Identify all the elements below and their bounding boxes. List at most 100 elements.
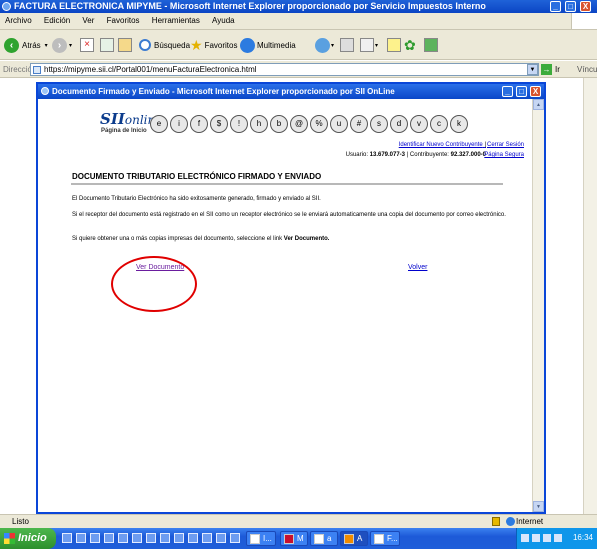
internet-zone-icon [506,517,515,526]
outer-scrollbar[interactable] [583,78,597,514]
quicklaunch-icon[interactable] [174,533,184,543]
go-arrow-icon[interactable]: → [541,64,552,75]
printer-icon [340,38,354,52]
quicklaunch-icon[interactable] [132,533,142,543]
menu-archivo[interactable]: Archivo [0,13,37,25]
service-icon[interactable]: c [430,115,448,133]
menu-herramientas[interactable]: Herramientas [147,13,205,25]
edit-button[interactable]: ▾ [360,36,378,54]
sii-online-logo[interactable]: SIIonline Página de Inicio [100,110,162,136]
search-button[interactable]: Búsqueda [139,36,190,54]
window-title: FACTURA ELECTRONICA MIPYME - Microsoft I… [14,1,486,11]
popup-title: Documento Firmado y Enviado - Microsoft … [52,87,395,96]
address-bar: Dirección https://mipyme.sii.cl/Portal00… [0,61,597,78]
address-input[interactable]: https://mipyme.sii.cl/Portal001/menuFact… [30,63,539,76]
quicklaunch-icon[interactable] [118,533,128,543]
refresh-icon [100,38,114,52]
links-label[interactable]: Vínculos [577,65,597,74]
quicklaunch-icon[interactable] [104,533,114,543]
service-icon[interactable]: # [350,115,368,133]
close-button[interactable]: X [580,1,591,12]
back-link[interactable]: Volver [408,264,427,271]
secure-page-link[interactable]: Página Segura [484,152,524,158]
popup-maximize-button[interactable]: □ [516,86,527,97]
maximize-button[interactable]: □ [565,1,576,12]
taskbar-item[interactable]: A [340,531,368,546]
back-button[interactable]: ‹ Atrás ▾ [4,36,48,54]
service-icon[interactable]: i [170,115,188,133]
service-icon[interactable]: f [190,115,208,133]
menu-favoritos[interactable]: Favoritos [102,13,145,25]
task-icon [374,534,384,544]
status-text: Listo [12,517,29,526]
toolbar: ‹ Atrás ▾ › ▾ × Búsqueda ★ Favoritos Mul… [0,30,597,60]
tray-icon[interactable] [532,534,540,542]
service-icon[interactable]: v [410,115,428,133]
taskbar-item[interactable]: M [280,531,308,546]
history-button[interactable]: ▾ [315,36,334,54]
service-icon[interactable]: % [310,115,328,133]
scroll-up-icon[interactable]: ▲ [533,99,544,110]
menu-edicion[interactable]: Edición [39,13,75,25]
quicklaunch-icon[interactable] [160,533,170,543]
chevron-down-icon[interactable]: ▾ [375,42,378,49]
discuss-button[interactable] [387,36,401,54]
research-icon [424,38,438,52]
minimize-button[interactable]: _ [550,1,561,12]
popup-minimize-button[interactable]: _ [502,86,513,97]
forward-button[interactable]: › ▾ [52,36,72,54]
quicklaunch-icon[interactable] [188,533,198,543]
menu-ayuda[interactable]: Ayuda [207,13,240,25]
receiver-message: Si el receptor del documento está regist… [72,212,506,218]
highlight-annotation [111,256,197,312]
quicklaunch-icon[interactable] [216,533,226,543]
popup-close-button[interactable]: X [530,86,541,97]
go-button[interactable]: Ir [555,65,560,74]
address-dropdown-icon[interactable]: ▼ [527,64,538,75]
service-icon[interactable]: @ [290,115,308,133]
zone-label: Internet [516,517,544,526]
home-link[interactable]: Página de Inicio [101,128,147,134]
service-icon[interactable]: $ [210,115,228,133]
quicklaunch-icon[interactable] [230,533,240,543]
service-icon[interactable]: h [250,115,268,133]
quicklaunch-icon[interactable] [202,533,212,543]
service-icon[interactable]: e [150,115,168,133]
refresh-button[interactable] [100,36,114,54]
taskbar-item[interactable]: I... [246,531,276,546]
taskbar-item[interactable]: F... [370,531,400,546]
tray-icon[interactable] [543,534,551,542]
quicklaunch-icon[interactable] [76,533,86,543]
logout-link[interactable]: Cerrar Sesión [487,142,524,148]
user-id: 13.679.077-3 [369,152,406,158]
chevron-down-icon[interactable]: ▾ [331,42,334,49]
quicklaunch-icon[interactable] [62,533,72,543]
scroll-down-icon[interactable]: ▼ [533,501,544,512]
research-button[interactable] [424,36,438,54]
quicklaunch-icon[interactable] [90,533,100,543]
chevron-down-icon[interactable]: ▾ [45,42,48,49]
service-icon[interactable]: d [390,115,408,133]
identify-taxpayer-link[interactable]: Identificar Nuevo Contribuyente | [399,142,486,148]
home-button[interactable] [118,36,132,54]
menu-ver[interactable]: Ver [77,13,99,25]
taskbar-item[interactable]: a [310,531,338,546]
chevron-down-icon[interactable]: ▾ [69,42,72,49]
service-icon[interactable]: u [330,115,348,133]
tray-icon[interactable] [521,534,529,542]
messenger-button[interactable]: ✿ [404,36,416,54]
start-button[interactable]: Inicio [0,528,56,549]
print-button[interactable] [340,36,354,54]
stop-button[interactable]: × [80,36,94,54]
service-icon[interactable]: b [270,115,288,133]
task-icon [314,534,324,544]
tray-icon[interactable] [554,534,562,542]
service-icon[interactable]: ! [230,115,248,133]
service-icon[interactable]: k [450,115,468,133]
popup-scrollbar[interactable]: ▲ ▼ [532,99,544,512]
clock[interactable]: 16:34 [573,533,593,542]
quicklaunch-icon[interactable] [146,533,156,543]
multimedia-button[interactable]: Multimedia [240,36,296,54]
service-icon[interactable]: s [370,115,388,133]
favorites-button[interactable]: ★ Favoritos [190,36,237,54]
